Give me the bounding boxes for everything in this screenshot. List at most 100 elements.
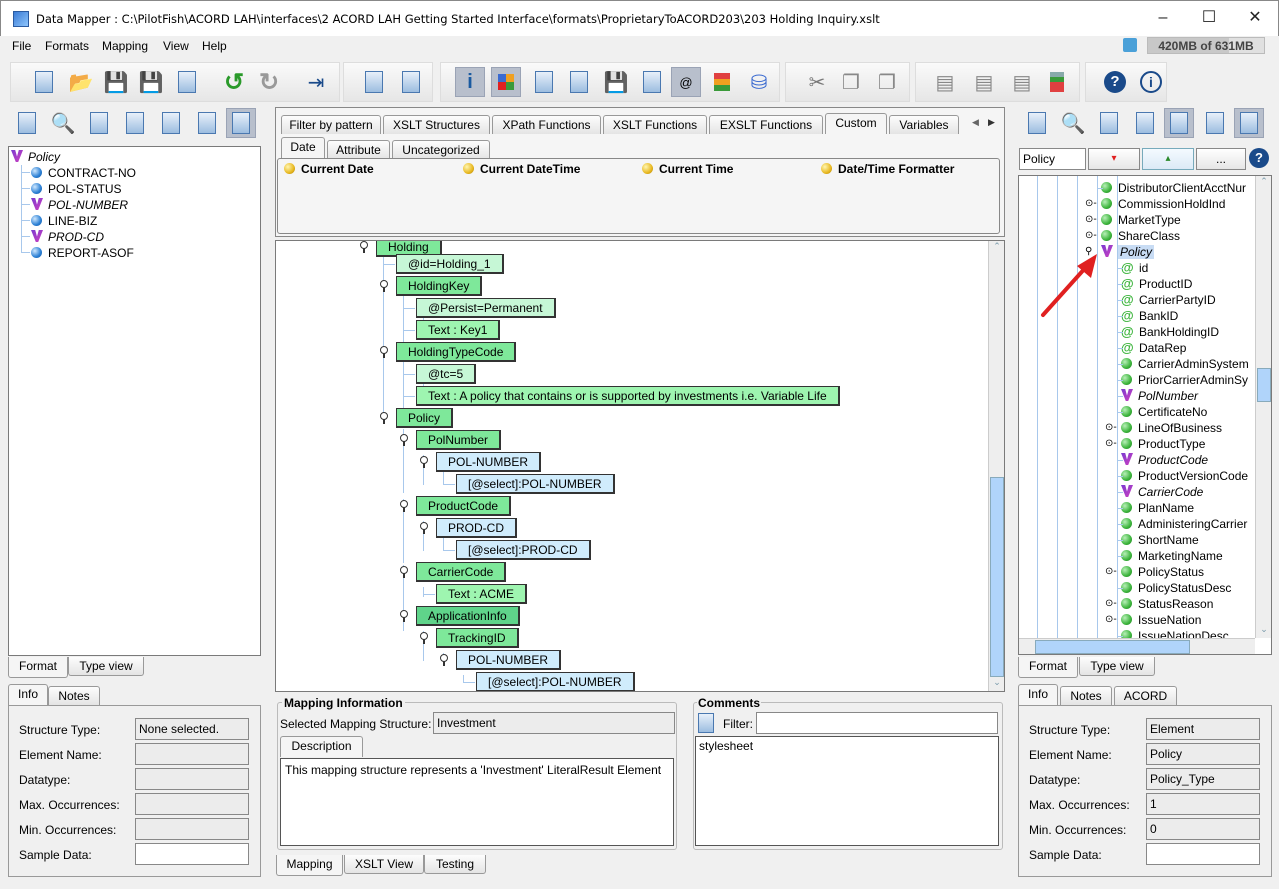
tab-info[interactable]: Info — [1018, 684, 1058, 705]
attribute-view-icon[interactable]: @ — [671, 67, 701, 97]
expand-toggle-icon[interactable]: ⊙- — [1105, 436, 1117, 452]
info-view-icon[interactable]: i — [455, 67, 485, 97]
insert-text-icon[interactable] — [707, 67, 737, 97]
tab-scroll-left-icon[interactable]: ◀ — [972, 117, 979, 128]
menu-view[interactable]: View — [163, 39, 189, 53]
mapping-node[interactable]: [@select]:POL-NUMBER — [476, 672, 635, 691]
mapping-node[interactable]: PolNumber — [416, 430, 502, 450]
tab-description[interactable]: Description — [280, 736, 363, 757]
expand-pin-icon[interactable] — [399, 566, 408, 578]
tree-item[interactable]: ⊙- LineOfBusiness — [1105, 420, 1222, 436]
tree-item[interactable]: ShortName — [1121, 532, 1199, 548]
tree-item[interactable]: ⊙- PolicyStatus — [1105, 564, 1204, 580]
scroll-thumb[interactable] — [1257, 368, 1271, 402]
tab-exslt-functions[interactable]: EXSLT Functions — [709, 115, 823, 134]
tree-item[interactable]: POL-NUMBER — [31, 197, 128, 213]
tree-item[interactable]: PlanName — [1121, 500, 1194, 516]
export-xls-icon[interactable] — [172, 67, 202, 97]
target-tree-vscroll[interactable]: ⌃ ⌄ — [1255, 176, 1271, 638]
tree-item[interactable]: AdministeringCarrier — [1121, 516, 1247, 532]
find-target-icon[interactable]: 🔍 — [1058, 108, 1088, 138]
comments-filter-input[interactable] — [756, 712, 998, 734]
new-format-icon[interactable] — [29, 67, 59, 97]
edit-icon[interactable] — [1200, 108, 1230, 138]
function-current-date[interactable]: Current Date — [284, 161, 374, 177]
expand-toggle-icon[interactable]: ⊙- — [1105, 612, 1117, 628]
maximize-button[interactable]: ☐ — [1186, 1, 1232, 35]
target-search-input[interactable]: Policy — [1019, 148, 1086, 170]
structure-list-icon[interactable] — [120, 108, 150, 138]
tree-item[interactable]: ProductVersionCode — [1121, 468, 1248, 484]
tab-mapping[interactable]: Mapping — [276, 855, 343, 876]
expand-toggle-icon[interactable]: ⊙- — [1105, 564, 1117, 580]
tree-item[interactable]: @ CarrierPartyID — [1121, 292, 1216, 308]
tree-select-icon[interactable] — [1234, 108, 1264, 138]
copy-icon[interactable]: ❐ — [836, 67, 866, 97]
move-center-icon[interactable]: ▤ — [969, 67, 999, 97]
tab-date[interactable]: Date — [281, 137, 325, 158]
mapping-node[interactable]: [@select]:POL-NUMBER — [456, 474, 615, 494]
expand-pin-icon[interactable] — [419, 522, 428, 534]
tab-testing[interactable]: Testing — [424, 855, 486, 874]
help-icon[interactable]: ? — [1100, 67, 1130, 97]
database-icon[interactable]: ⛁ — [744, 67, 774, 97]
tab-info[interactable]: Info — [8, 684, 48, 705]
tree-item[interactable]: IssueNationDesc — [1121, 628, 1229, 638]
search-help-icon[interactable]: ? — [1249, 148, 1269, 168]
mapping-node[interactable]: @id=Holding_1 — [396, 254, 504, 274]
expand-toggle-icon[interactable]: ⊙- — [1085, 228, 1097, 244]
minimize-button[interactable]: – — [1140, 1, 1186, 35]
mapping-node[interactable]: Text : ACME — [436, 584, 528, 604]
menu-formats[interactable]: Formats — [45, 39, 89, 53]
redo-icon[interactable]: ↻ — [254, 67, 284, 97]
expand-toggle-icon[interactable]: ⊙- — [1085, 196, 1097, 212]
move-up-icon[interactable]: ▤ — [930, 67, 960, 97]
mapping-node[interactable]: @tc=5 — [416, 364, 477, 384]
tree-item[interactable]: ⊙- StatusReason — [1105, 596, 1213, 612]
expand-pin-icon[interactable] — [419, 456, 428, 468]
more-options-button[interactable]: ... — [1196, 148, 1246, 170]
move-down-icon[interactable]: ▤ — [1007, 67, 1037, 97]
tree-item[interactable]: CONTRACT-NO — [31, 165, 136, 181]
xml-source-icon[interactable] — [564, 67, 594, 97]
cut-icon[interactable]: ✂ — [802, 67, 832, 97]
tree-item[interactable]: CarrierAdminSystem — [1121, 356, 1249, 372]
tab-uncategorized[interactable]: Uncategorized — [392, 140, 490, 159]
structure-list-icon[interactable] — [1130, 108, 1160, 138]
tab-format[interactable]: Format — [1018, 657, 1078, 678]
open-icon[interactable]: 📂 — [66, 67, 96, 97]
edit-icon[interactable] — [192, 108, 222, 138]
tree-item[interactable]: PriorCarrierAdminSy — [1121, 372, 1248, 388]
mapping-node[interactable]: PROD-CD — [436, 518, 517, 538]
expand-pin-icon[interactable] — [399, 434, 408, 446]
add-comment-icon[interactable] — [698, 713, 714, 733]
mapping-node[interactable]: [@select]:PROD-CD — [456, 540, 591, 560]
mapping-node[interactable]: Text : Key1 — [416, 320, 501, 340]
tree-item[interactable]: ⊙- ShareClass — [1085, 228, 1180, 244]
tree-item[interactable]: ⊙- CommissionHoldInd — [1085, 196, 1225, 212]
tree-item[interactable]: DistributorClientAcctNur — [1101, 180, 1246, 196]
expand-pin-icon[interactable] — [379, 346, 388, 358]
tab-xpath-functions[interactable]: XPath Functions — [492, 115, 601, 134]
tab-format[interactable]: Format — [8, 657, 68, 678]
scroll-down-icon[interactable]: ⌄ — [1256, 624, 1271, 638]
sample-data-input[interactable] — [1146, 843, 1260, 865]
structure-color-icon[interactable] — [1042, 67, 1072, 97]
preview-icon[interactable] — [156, 108, 186, 138]
tab-notes[interactable]: Notes — [1060, 686, 1112, 705]
undo-icon[interactable]: ↺ — [219, 67, 249, 97]
tree-item[interactable]: REPORT-ASOF — [31, 245, 134, 261]
function-current-time[interactable]: Current Time — [642, 161, 733, 177]
mapping-scrollbar[interactable]: ⌃ ⌄ — [988, 241, 1004, 691]
find-previous-button[interactable]: ▴ — [1142, 148, 1194, 170]
scroll-thumb[interactable] — [990, 477, 1004, 677]
tab-xslt-structures[interactable]: XSLT Structures — [383, 115, 490, 134]
expand-pin-icon[interactable] — [359, 241, 368, 253]
tab-acord[interactable]: ACORD — [1114, 686, 1177, 705]
import-target-icon[interactable] — [1022, 108, 1052, 138]
scroll-thumb-horizontal[interactable] — [1035, 640, 1190, 654]
xml-icon[interactable] — [637, 67, 667, 97]
mapping-node[interactable]: CarrierCode — [416, 562, 507, 582]
checklist-icon[interactable] — [529, 67, 559, 97]
tab-scroll-right-icon[interactable]: ▶ — [988, 117, 995, 128]
